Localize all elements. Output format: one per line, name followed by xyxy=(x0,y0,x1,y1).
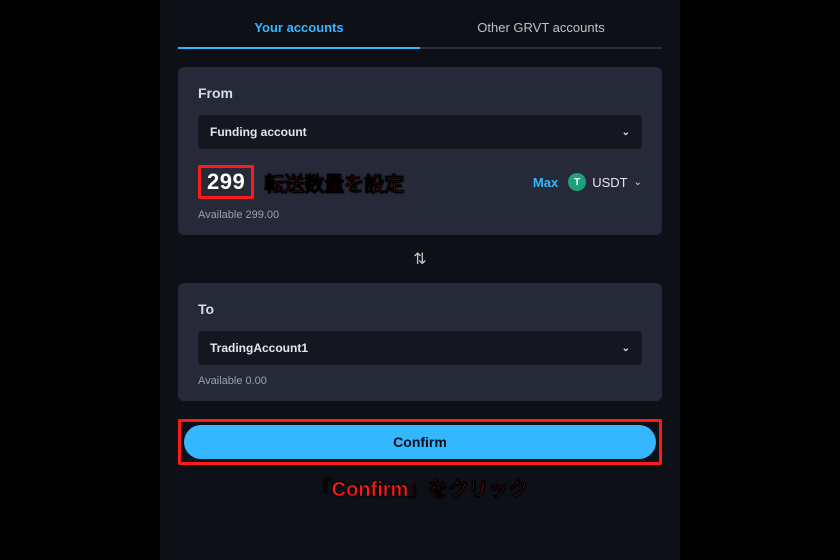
annotation-highlight-confirm: Confirm xyxy=(178,419,662,465)
annotation-text-amount: 転送数量を設定 xyxy=(264,168,404,197)
max-button[interactable]: Max xyxy=(533,175,558,190)
annotation-row-confirm: 「Confirm」をクリック xyxy=(178,473,662,502)
transfer-panel: Your accounts Other GRVT accounts From F… xyxy=(160,0,680,560)
from-available: Available 299.00 xyxy=(198,209,642,221)
amount-row: 299 転送数量を設定 Max T USDT ⌄ xyxy=(198,165,642,199)
currency-select[interactable]: T USDT ⌄ xyxy=(568,173,642,191)
from-card: From Funding account ⌄ 299 転送数量を設定 Max T… xyxy=(178,67,662,235)
chevron-down-icon: ⌄ xyxy=(634,177,642,188)
chevron-down-icon: ⌄ xyxy=(622,127,630,138)
annotation-highlight-amount: 299 xyxy=(198,165,254,199)
swap-row: ⇅ xyxy=(178,235,662,283)
to-label: To xyxy=(198,301,642,317)
currency-label: USDT xyxy=(592,175,627,190)
chevron-down-icon: ⌄ xyxy=(622,343,630,354)
amount-input[interactable]: 299 xyxy=(207,169,245,194)
from-label: From xyxy=(198,85,642,101)
tab-other-grvt-accounts[interactable]: Other GRVT accounts xyxy=(420,10,662,49)
tab-your-accounts[interactable]: Your accounts xyxy=(178,10,420,49)
to-card: To TradingAccount1 ⌄ Available 0.00 xyxy=(178,283,662,401)
to-available: Available 0.00 xyxy=(198,375,642,387)
confirm-button[interactable]: Confirm xyxy=(184,425,656,459)
to-account-value: TradingAccount1 xyxy=(210,341,308,355)
from-account-value: Funding account xyxy=(210,125,307,139)
annotation-text-confirm: 「Confirm」をクリック xyxy=(312,479,529,501)
account-tabs: Your accounts Other GRVT accounts xyxy=(178,10,662,49)
from-account-select[interactable]: Funding account ⌄ xyxy=(198,115,642,149)
to-account-select[interactable]: TradingAccount1 ⌄ xyxy=(198,331,642,365)
usdt-icon: T xyxy=(568,173,586,191)
swap-icon[interactable]: ⇅ xyxy=(413,249,426,269)
